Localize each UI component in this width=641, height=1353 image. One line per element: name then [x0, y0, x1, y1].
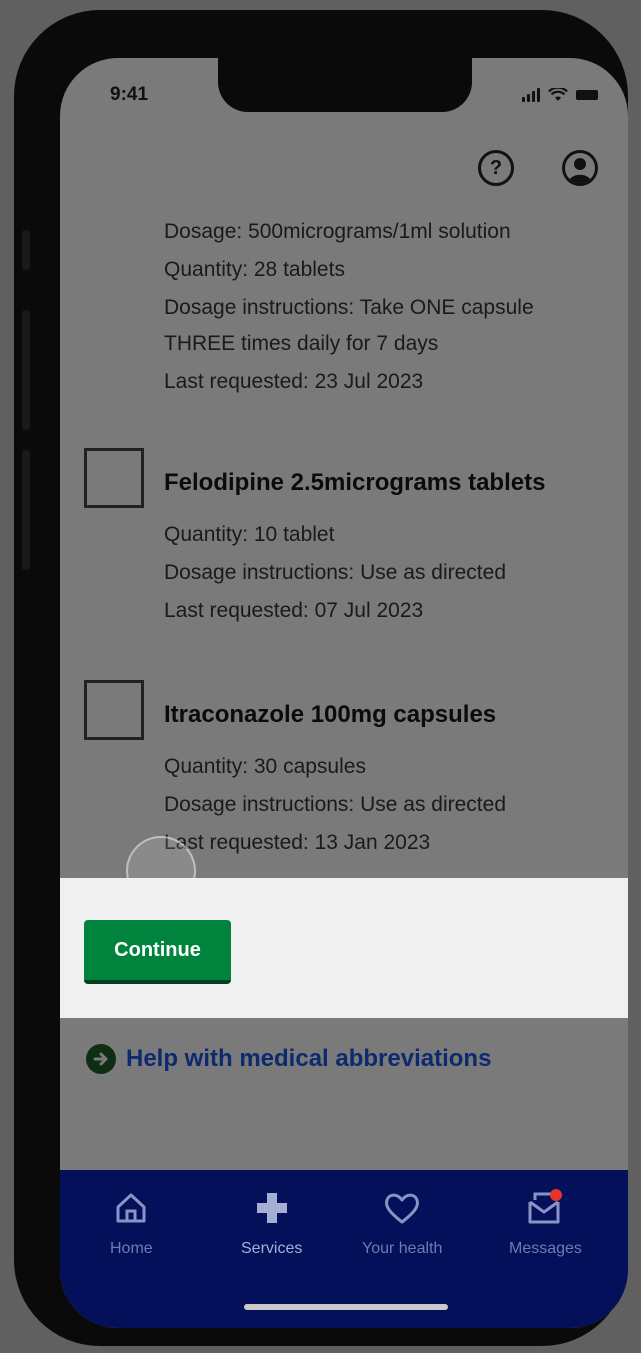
medication-checkbox[interactable] [84, 680, 144, 740]
tab-home[interactable]: Home [110, 1188, 153, 1258]
medication-quantity: Quantity: 30 capsules [164, 755, 366, 778]
heart-icon [382, 1188, 422, 1228]
tab-services[interactable]: Services [241, 1188, 302, 1258]
partial-item-dosage: Dosage: 500micrograms/1ml solution [164, 220, 511, 243]
partial-item-instructions: Dosage instructions: Take ONE capsule [164, 296, 534, 319]
mute-switch [22, 230, 30, 270]
medication-name: Felodipine 2.5micrograms tablets [164, 469, 546, 496]
home-icon [111, 1188, 151, 1228]
notch [218, 58, 472, 112]
question-circle-icon[interactable]: ? [478, 150, 514, 186]
tab-label: Your health [362, 1240, 443, 1257]
medication-last-requested: Last requested: 13 Jan 2023 [164, 831, 431, 854]
medication-last-requested: Last requested: 07 Jul 2023 [164, 599, 424, 622]
continue-button[interactable]: Continue [84, 920, 231, 984]
partial-item-quantity: Quantity: 28 tablets [164, 258, 345, 281]
volume-up-button [22, 310, 30, 430]
medication-instructions: Dosage instructions: Use as directed [164, 793, 506, 816]
plus-icon [252, 1188, 292, 1228]
tab-label: Home [110, 1240, 153, 1257]
volume-down-button [22, 450, 30, 570]
battery-icon [576, 90, 598, 100]
medication-instructions: Dosage instructions: Use as directed [164, 561, 506, 584]
cellular-signal-icon [522, 88, 540, 102]
messages-icon [525, 1188, 565, 1228]
partial-item-instructions-cont: THREE times daily for 7 days [164, 332, 439, 355]
medication-checkbox[interactable] [84, 448, 144, 508]
medication-name: Itraconazole 100mg capsules [164, 701, 497, 728]
partial-item-last-requested: Last requested: 23 Jul 2023 [164, 370, 424, 393]
tab-label: Services [241, 1240, 303, 1257]
arrow-right-circle-icon [86, 1044, 116, 1074]
tab-your-health[interactable]: Your health [362, 1188, 442, 1258]
medication-quantity: Quantity: 10 tablet [164, 523, 335, 546]
user-circle-icon[interactable] [562, 150, 598, 186]
home-indicator [244, 1304, 448, 1310]
tab-messages[interactable]: Messages [509, 1188, 582, 1258]
status-icons [522, 86, 598, 102]
tab-label: Messages [509, 1240, 582, 1257]
help-abbreviations-link[interactable]: Help with medical abbreviations [86, 1044, 491, 1074]
phone-frame: 9:41 ? Dosage: 500micrograms/1ml solutio… [14, 10, 628, 1346]
help-link-label: Help with medical abbreviations [126, 1045, 492, 1072]
app-screen: 9:41 ? Dosage: 500micrograms/1ml solutio… [60, 58, 628, 1328]
wifi-icon [548, 88, 568, 101]
status-time: 9:41 [110, 84, 149, 105]
